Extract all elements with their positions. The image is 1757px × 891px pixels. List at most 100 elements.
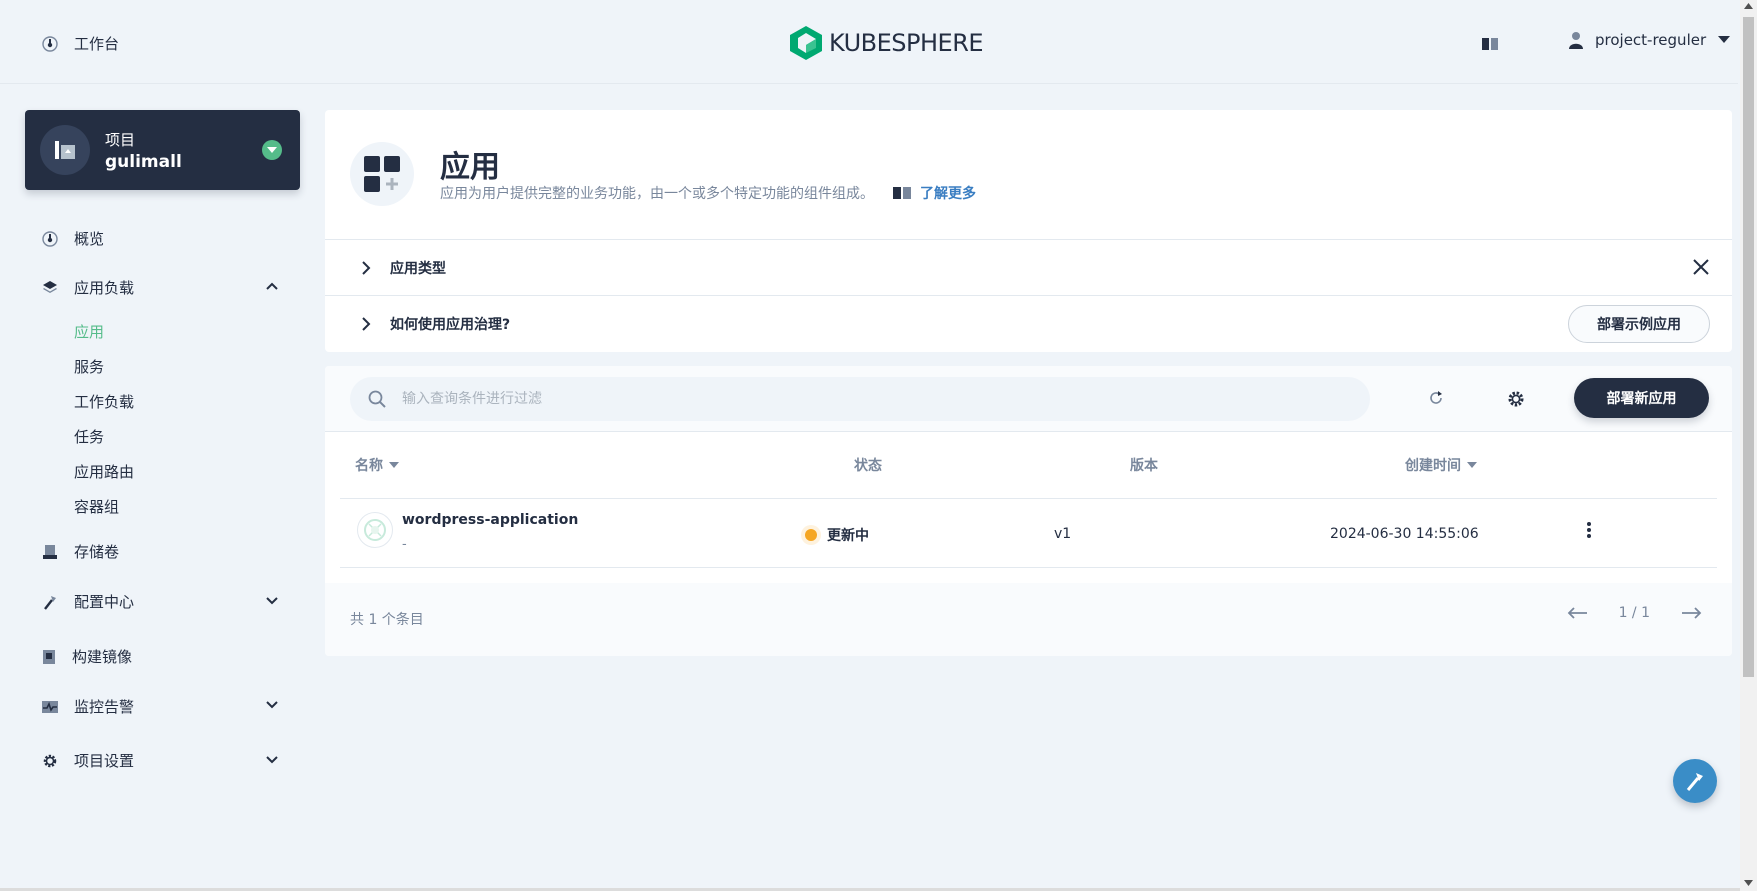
sidebar-item-apps[interactable]: 应用 (74, 321, 104, 342)
page-description-row: 应用为用户提供完整的业务功能，由一个或多个特定功能的组件组成。 了解更多 (440, 183, 976, 203)
sidebar-group-workloads[interactable]: 应用负载 (42, 277, 134, 298)
app-name[interactable]: wordpress-application (402, 512, 578, 528)
how-to-label[interactable]: 如何使用应用治理? (390, 314, 510, 334)
hammer-icon (1684, 770, 1706, 792)
username: project-reguler (1595, 31, 1707, 49)
search-box[interactable] (350, 377, 1370, 421)
chevron-down-icon[interactable] (265, 596, 279, 606)
page-scrollbar[interactable] (1740, 0, 1757, 891)
app-description: - (402, 537, 407, 552)
learn-more-label: 了解更多 (920, 186, 976, 202)
logo-wordmark: KUBESPHERE (829, 29, 984, 57)
close-icon[interactable] (1692, 258, 1710, 276)
monitoring-icon (42, 700, 58, 714)
sidebar-settings-label: 项目设置 (74, 752, 135, 770)
prev-page-icon[interactable] (1567, 607, 1589, 619)
book-icon (892, 186, 912, 200)
sidebar-volumes-label: 存储卷 (74, 543, 120, 561)
page-header: 应用 应用为用户提供完整的业务功能，由一个或多个特定功能的组件组成。 了解更多 (325, 110, 1732, 240)
sidebar-monitoring-label: 监控告警 (74, 698, 135, 716)
sidebar-group-monitoring[interactable]: 监控告警 (42, 696, 134, 717)
gear-icon (42, 753, 58, 769)
status-text: 更新中 (827, 528, 869, 544)
column-version: 版本 (1130, 455, 1158, 475)
app-types-label[interactable]: 应用类型 (390, 258, 446, 278)
sidebar-item-services[interactable]: 服务 (74, 356, 104, 377)
sidebar-item-pods[interactable]: 容器组 (74, 496, 119, 517)
sidebar-group-settings[interactable]: 项目设置 (42, 750, 134, 771)
table-footer: 共 1 个条目 1 / 1 (325, 583, 1732, 656)
sidebar-overview-label: 概览 (74, 230, 105, 248)
caret-down-icon (1718, 36, 1731, 44)
sidebar-item-image-builder[interactable]: 构建镜像 (42, 646, 132, 667)
list-toolbar: 部署新应用 (325, 366, 1732, 432)
workbench-label: 工作台 (74, 35, 120, 53)
chevron-right-icon[interactable] (361, 260, 371, 276)
sidebar-item-overview[interactable]: 概览 (42, 228, 104, 249)
deploy-sample-app-button[interactable]: 部署示例应用 (1568, 305, 1710, 343)
total-count: 共 1 个条目 (350, 612, 424, 628)
column-name-label: 名称 (355, 458, 383, 474)
app-types-section[interactable]: 应用类型 (325, 240, 1732, 296)
project-name: gulimall (105, 152, 182, 172)
scroll-thumb[interactable] (1743, 17, 1754, 677)
column-status: 状态 (854, 455, 882, 475)
layers-icon (42, 280, 58, 296)
app-icon (357, 512, 393, 548)
sidebar-config-label: 配置中心 (74, 593, 135, 611)
table-row[interactable]: wordpress-application - 更新中 v1 2024-06-3… (340, 498, 1717, 568)
sidebar-item-jobs[interactable]: 任务 (74, 426, 104, 447)
switch-project-icon[interactable] (262, 140, 282, 160)
chevron-right-icon[interactable] (361, 316, 371, 332)
how-to-section[interactable]: 如何使用应用治理? 部署示例应用 (325, 296, 1732, 352)
kubesphere-logo[interactable]: KUBESPHERE (789, 25, 984, 61)
search-icon (368, 390, 386, 408)
project-selector[interactable]: 项目 gulimall (25, 110, 300, 190)
scroll-down-icon[interactable] (1744, 880, 1753, 886)
storage-icon (42, 544, 58, 560)
settings-gear-icon[interactable] (1507, 390, 1525, 408)
deploy-new-app-button[interactable]: 部署新应用 (1574, 378, 1709, 418)
sidebar-item-ingresses[interactable]: 应用路由 (74, 461, 134, 482)
workbench-link[interactable]: 工作台 (42, 33, 119, 54)
chevron-up-icon[interactable] (265, 281, 279, 291)
project-type-label: 项目 (105, 131, 136, 149)
chevron-down-icon[interactable] (265, 755, 279, 765)
pagination: 1 / 1 (1567, 605, 1702, 621)
status-dot-icon (805, 529, 817, 541)
dashboard-icon (42, 35, 58, 52)
sidebar-workloads-label: 应用负载 (74, 279, 135, 297)
page-description: 应用为用户提供完整的业务功能，由一个或多个特定功能的组件组成。 (440, 186, 874, 202)
app-list-panel: 部署新应用 名称 状态 版本 创建时间 wordpress-applicatio… (325, 366, 1732, 656)
project-icon (40, 125, 90, 175)
documentation-icon[interactable] (1481, 37, 1499, 51)
image-icon (42, 649, 56, 665)
search-input[interactable] (402, 391, 1342, 407)
sidebar-group-config[interactable]: 配置中心 (42, 591, 134, 612)
learn-more-link[interactable]: 了解更多 (892, 183, 976, 203)
toolbox-button[interactable] (1673, 759, 1717, 803)
sidebar-image-builder-label: 构建镜像 (72, 648, 133, 666)
apps-icon (350, 142, 414, 206)
wrench-icon (42, 594, 58, 610)
top-bar: 工作台 KUBESPHERE project-reguler (0, 0, 1738, 84)
column-created[interactable]: 创建时间 (1405, 455, 1477, 475)
sort-caret-icon (1467, 462, 1477, 468)
sidebar-item-workloads[interactable]: 工作负载 (74, 391, 134, 412)
kubesphere-logo-icon (789, 25, 823, 61)
refresh-icon[interactable] (1428, 390, 1444, 406)
app-version: v1 (1054, 526, 1072, 542)
column-name[interactable]: 名称 (355, 455, 399, 475)
sort-caret-icon (389, 462, 399, 468)
more-options-icon[interactable] (1586, 521, 1592, 539)
column-status-label: 状态 (854, 458, 882, 474)
chevron-down-icon[interactable] (265, 700, 279, 710)
scroll-up-icon[interactable] (1744, 3, 1753, 9)
overview-icon (42, 230, 58, 247)
user-menu[interactable]: project-reguler (1569, 31, 1731, 49)
sidebar-item-volumes[interactable]: 存储卷 (42, 541, 119, 562)
next-page-icon[interactable] (1680, 607, 1702, 619)
page-title: 应用 (440, 150, 500, 185)
user-icon (1569, 31, 1583, 49)
page-indicator: 1 / 1 (1618, 605, 1650, 621)
